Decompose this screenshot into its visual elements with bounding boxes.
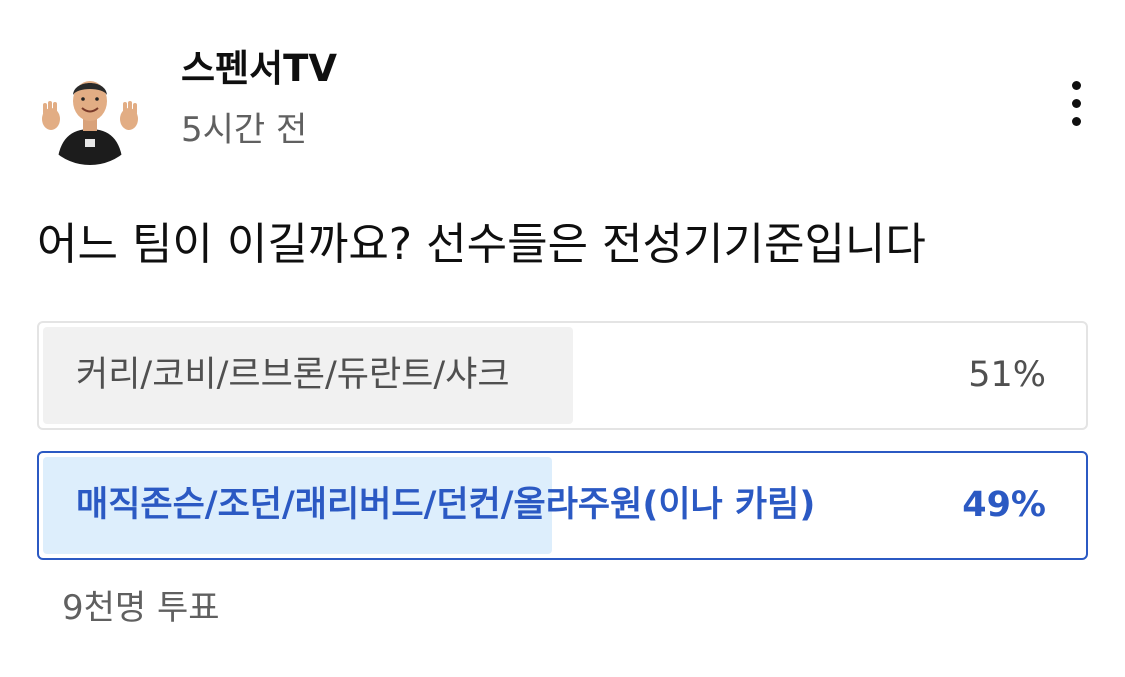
menu-dot bbox=[1071, 116, 1081, 126]
poll-option-1-percent: 51% bbox=[968, 355, 1046, 395]
poll-option-1[interactable]: 커리/코비/르브론/듀란트/샤크 51% bbox=[37, 321, 1088, 430]
poll-option-1-label: 커리/코비/르브론/듀란트/샤크 bbox=[76, 355, 510, 395]
poll-option-2[interactable]: 매직존슨/조던/래리버드/던컨/올라주원(이나 카림) 49% bbox=[37, 451, 1088, 560]
menu-dot bbox=[1071, 98, 1081, 108]
channel-name[interactable]: 스펜서TV bbox=[181, 44, 337, 94]
poll-option-2-label: 매직존슨/조던/래리버드/던컨/올라주원(이나 카림) bbox=[76, 485, 816, 525]
vote-count: 9천명 투표 bbox=[62, 588, 220, 628]
avatar-image bbox=[37, 59, 143, 165]
menu-dot bbox=[1071, 80, 1081, 90]
post-time: 5시간 전 bbox=[181, 110, 308, 150]
more-vert-icon[interactable] bbox=[1052, 74, 1100, 132]
poll-option-2-percent: 49% bbox=[962, 485, 1046, 525]
poll-question: 어느 팀이 이길까요? 선수들은 전성기기준입니다 bbox=[37, 219, 926, 270]
avatar[interactable] bbox=[37, 59, 143, 165]
